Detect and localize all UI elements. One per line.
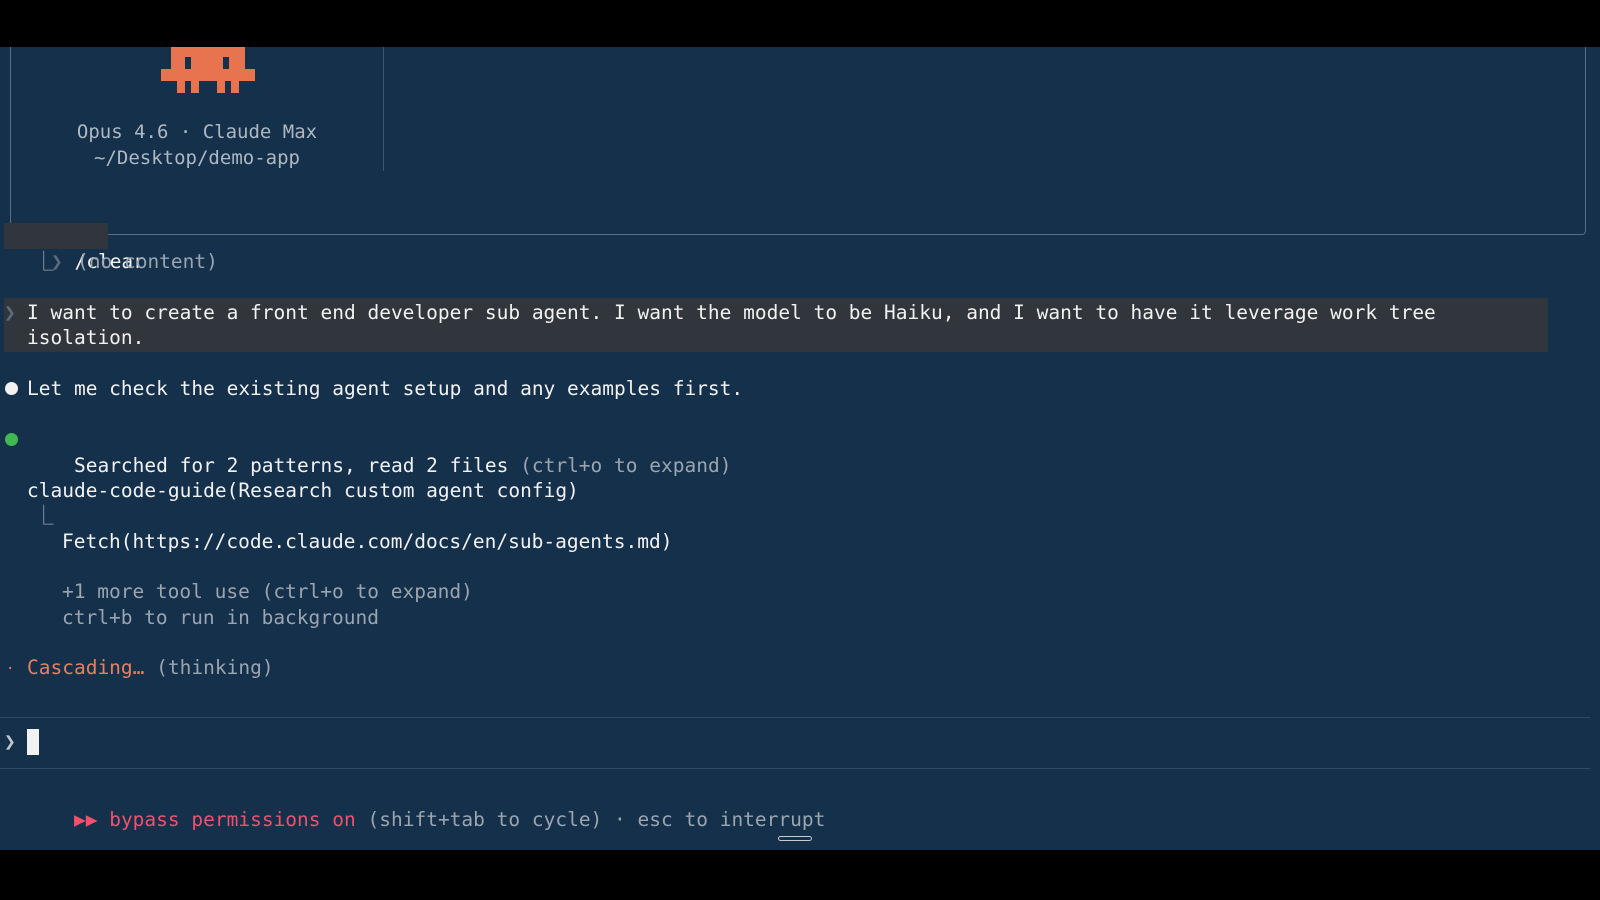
tree-branch-icon: ⎿ bbox=[34, 504, 54, 527]
permission-mode-label: bypass permissions on bbox=[109, 808, 356, 831]
terminal-window: Opus 4.6 · Claude Max ~/Desktop/demo-app… bbox=[0, 47, 1600, 850]
resize-handle[interactable] bbox=[778, 836, 812, 841]
clear-result: ⎿ (no content) bbox=[34, 249, 218, 275]
assistant-bullet-icon bbox=[5, 382, 18, 395]
permission-mode-hint: (shift+tab to cycle) · esc to interrupt bbox=[367, 808, 826, 831]
status-word: Cascading… bbox=[27, 656, 145, 679]
search-expand-hint: (ctrl+o to expand) bbox=[520, 454, 732, 477]
search-summary: Searched for 2 patterns, read 2 files bbox=[73, 454, 509, 477]
status-row: Cascading… (thinking) bbox=[27, 655, 274, 681]
text-cursor[interactable] bbox=[27, 729, 39, 755]
working-directory: ~/Desktop/demo-app bbox=[94, 147, 300, 169]
subagent-args: (Research custom agent config) bbox=[226, 479, 579, 502]
fetch-name: Fetch bbox=[62, 530, 121, 553]
subagent-name: claude-code-guide bbox=[27, 479, 227, 502]
user-message-line-1: I want to create a front end developer s… bbox=[27, 301, 1436, 324]
subagent-call: claude-code-guide(Research custom agent … bbox=[27, 478, 579, 504]
model-info: Opus 4.6 · Claude Max bbox=[76, 121, 318, 143]
fetch-url: (https://code.claude.com/docs/en/sub-age… bbox=[120, 530, 673, 553]
permission-mode-bar[interactable]: ▶▶ bypass permissions on (shift+tab to c… bbox=[27, 781, 825, 850]
clear-command-row: ❯ /clear bbox=[4, 223, 145, 273]
more-tool-uses[interactable]: +1 more tool use (ctrl+o to expand) bbox=[62, 579, 473, 605]
welcome-header: Opus 4.6 · Claude Max ~/Desktop/demo-app bbox=[10, 47, 1586, 235]
header-divider bbox=[383, 47, 384, 171]
claude-mascot-icon bbox=[161, 47, 255, 93]
tree-branch-icon: ⎿ bbox=[34, 250, 54, 273]
prompt-chevron-icon: ❯ bbox=[4, 301, 16, 324]
user-message-line-2: isolation. bbox=[27, 326, 145, 349]
assistant-message: Let me check the existing agent setup an… bbox=[27, 377, 744, 400]
spinner-icon: · bbox=[6, 661, 15, 677]
fetch-call: Fetch(https://code.claude.com/docs/en/su… bbox=[62, 529, 672, 555]
input-bottom-divider bbox=[0, 768, 1590, 769]
input-top-divider bbox=[0, 717, 1590, 718]
status-detail: (thinking) bbox=[156, 656, 274, 679]
clear-result-text: (no content) bbox=[77, 250, 218, 273]
input-prompt-chevron-icon: ❯ bbox=[4, 730, 16, 753]
background-hint: ctrl+b to run in background bbox=[62, 606, 379, 629]
fast-forward-icon: ▶▶ bbox=[73, 808, 98, 831]
success-dot-icon bbox=[5, 433, 18, 446]
